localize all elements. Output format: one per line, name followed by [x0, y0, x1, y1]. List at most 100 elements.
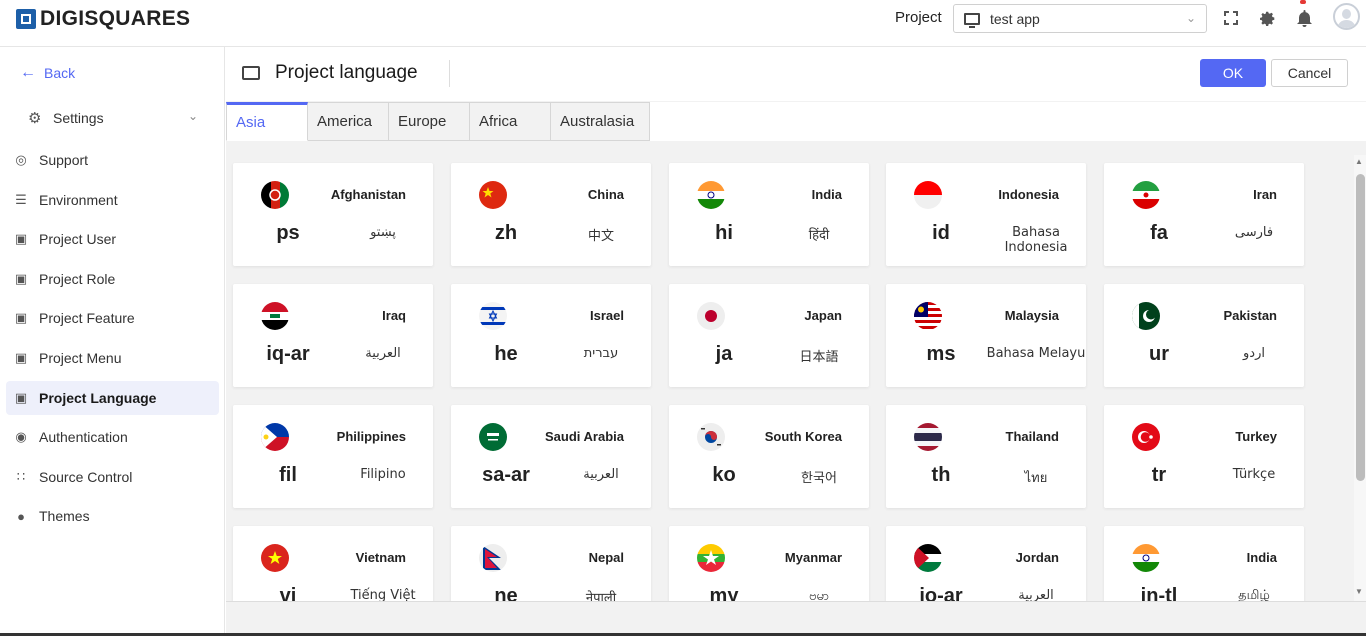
language-card[interactable]: China zh 中文 — [451, 163, 651, 266]
sidebar-item-source-control[interactable]: ∷ Source Control — [6, 460, 219, 494]
sidebar-item-project-role[interactable]: ▣ Project Role — [6, 262, 219, 296]
language-card[interactable]: Myanmar my ဗမာ — [669, 526, 869, 601]
country-name: Malaysia — [1004, 308, 1059, 323]
settings-label: Settings — [53, 110, 104, 126]
philippines-flag-icon — [261, 423, 289, 451]
language-code: id — [932, 222, 950, 244]
country-name: Iraq — [382, 308, 406, 323]
language-code: tr — [1151, 464, 1167, 486]
menu-folder-icon: ▣ — [14, 350, 28, 365]
language-card[interactable]: Japan ja 日本語 — [669, 284, 869, 387]
sidebar: ← Back ⚙ Settings ⌄ ◎ Support ☰ Environm… — [0, 47, 225, 636]
afghanistan-flag-icon — [261, 181, 289, 209]
native-name: Filipino — [360, 467, 406, 482]
palette-icon: ● — [17, 508, 25, 524]
avatar[interactable] — [1333, 3, 1360, 30]
language-card[interactable]: Afghanistan ps پښتو — [233, 163, 433, 266]
settings-group[interactable]: ⚙ Settings ⌄ — [28, 109, 198, 127]
scroll-up-arrow-icon[interactable]: ▲ — [1355, 157, 1363, 166]
language-code: fil — [279, 464, 297, 486]
language-code: th — [931, 464, 951, 486]
language-card[interactable]: Nepal ne नेपाली — [451, 526, 651, 601]
divider — [449, 60, 450, 87]
top-header: DIGISQUARES Project test app ⌄ — [0, 0, 1366, 47]
scroll-down-arrow-icon[interactable]: ▼ — [1355, 587, 1363, 596]
language-card[interactable]: Iran fa فارسی — [1104, 163, 1304, 266]
feature-folder-icon: ▣ — [14, 310, 28, 325]
sidebar-item-project-feature[interactable]: ▣ Project Feature — [6, 301, 219, 335]
country-name: Indonesia — [998, 187, 1059, 202]
native-name: پښتو — [370, 225, 396, 240]
country-name: Thailand — [1005, 429, 1059, 444]
country-name: Jordan — [1015, 550, 1059, 565]
tab-asia[interactable]: Asia — [226, 102, 308, 141]
language-card[interactable]: Pakistan ur اردو — [1104, 284, 1304, 387]
tab-australasia[interactable]: Australasia — [551, 102, 650, 141]
pakistan-flag-icon — [1132, 302, 1160, 330]
gear-icon[interactable] — [1258, 9, 1276, 27]
india-flag-icon — [697, 181, 725, 209]
bell-icon[interactable] — [1295, 9, 1313, 27]
language-card[interactable]: Philippines fil Filipino — [233, 405, 433, 508]
native-name: Türkçe — [1232, 467, 1276, 482]
sidebar-item-authentication[interactable]: ◉ Authentication — [6, 420, 219, 454]
native-name: தமிழ் — [1238, 588, 1270, 601]
language-code: he — [494, 343, 518, 365]
support-icon: ◎ — [15, 152, 27, 167]
tab-africa[interactable]: Africa — [470, 102, 551, 141]
sidebar-item-project-language[interactable]: ▣ Project Language — [6, 381, 219, 415]
footer-strip — [226, 601, 1366, 636]
language-card[interactable]: Thailand th ไทย — [886, 405, 1086, 508]
indonesia-flag-icon — [914, 181, 942, 209]
fingerprint-icon: ◉ — [15, 429, 27, 444]
ok-button[interactable]: OK — [1200, 59, 1266, 87]
sidebar-item-label: Environment — [39, 192, 118, 208]
native-name: اردو — [1243, 346, 1265, 361]
user-folder-icon: ▣ — [14, 231, 28, 246]
back-link[interactable]: ← Back — [20, 64, 75, 82]
sidebar-item-support[interactable]: ◎ Support — [6, 143, 219, 177]
sidebar-item-project-menu[interactable]: ▣ Project Menu — [6, 341, 219, 375]
language-card[interactable]: Turkey tr Türkçe — [1104, 405, 1304, 508]
language-card[interactable]: Jordan jo-ar العربية — [886, 526, 1086, 601]
tab-europe[interactable]: Europe — [389, 102, 470, 141]
language-card[interactable]: Malaysia ms Bahasa Melayu — [886, 284, 1086, 387]
sidebar-item-environment[interactable]: ☰ Environment — [6, 183, 219, 217]
language-folder-icon — [242, 66, 260, 80]
scrollbar-thumb[interactable] — [1356, 174, 1365, 481]
language-card[interactable]: Vietnam vi Tiếng Việt — [233, 526, 433, 601]
language-card[interactable]: Israel he עברית — [451, 284, 651, 387]
tab-america[interactable]: America — [308, 102, 389, 141]
language-code: ne — [494, 585, 518, 601]
sidebar-item-themes[interactable]: ● Themes — [6, 499, 219, 533]
israel-flag-icon — [479, 302, 507, 330]
native-name: العربية — [1018, 588, 1054, 601]
malaysia-flag-icon — [914, 302, 942, 330]
project-select[interactable]: test app ⌄ — [953, 4, 1207, 33]
language-card[interactable]: India hi हिंदी — [669, 163, 869, 266]
page-header: Project language OK Cancel — [226, 47, 1366, 101]
china-flag-icon — [479, 181, 507, 209]
gear-icon: ⚙ — [28, 110, 42, 127]
sidebar-item-label: Source Control — [39, 469, 133, 485]
app-logo[interactable]: DIGISQUARES — [16, 7, 190, 31]
language-card[interactable]: Iraq iq-ar العربية — [233, 284, 433, 387]
country-name: Nepal — [588, 550, 624, 565]
chevron-down-icon: ⌄ — [187, 109, 198, 123]
nepal-flag-icon — [479, 544, 507, 572]
language-card[interactable]: India in-tl தமிழ் — [1104, 526, 1304, 601]
language-card[interactable]: South Korea ko 한국어 — [669, 405, 869, 508]
fullscreen-icon[interactable] — [1222, 9, 1240, 27]
cancel-button[interactable]: Cancel — [1271, 59, 1348, 87]
country-name: South Korea — [764, 429, 842, 444]
country-name: Saudi Arabia — [545, 429, 624, 444]
native-name: Bahasa Indonesia — [1004, 225, 1068, 255]
language-card[interactable]: Indonesia id Bahasa Indonesia — [886, 163, 1086, 266]
country-name: Philippines — [336, 429, 406, 444]
country-name: Myanmar — [784, 550, 842, 565]
sidebar-item-project-user[interactable]: ▣ Project User — [6, 222, 219, 256]
native-name: हिंदी — [808, 228, 830, 243]
language-card[interactable]: Saudi Arabia sa-ar العربية — [451, 405, 651, 508]
native-name: 日本語 — [799, 350, 839, 365]
language-code: ja — [715, 343, 733, 365]
